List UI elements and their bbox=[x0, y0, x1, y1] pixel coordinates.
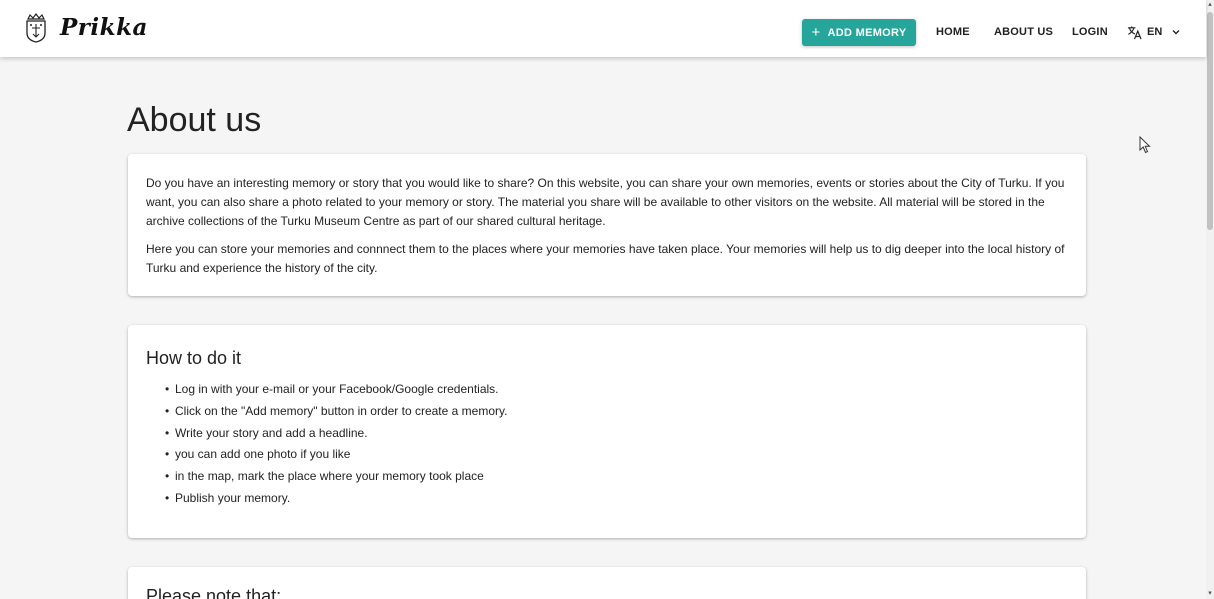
plus-icon: + bbox=[811, 24, 821, 41]
nav-about-link[interactable]: ABOUT US bbox=[994, 26, 1053, 38]
language-selector[interactable]: EN bbox=[1127, 24, 1181, 40]
intro-paragraph: Here you can store your memories and con… bbox=[146, 242, 1065, 275]
intro-paragraph: Do you have an interesting memory or sto… bbox=[146, 176, 1065, 228]
add-memory-button[interactable]: + ADD MEMORY bbox=[802, 19, 916, 46]
nav-login-link[interactable]: LOGIN bbox=[1072, 26, 1108, 38]
language-label: EN bbox=[1147, 26, 1163, 38]
list-item: Publish your memory. bbox=[165, 488, 1068, 510]
how-to-list: Log in with your e-mail or your Facebook… bbox=[146, 379, 1068, 510]
scrollbar-thumb[interactable] bbox=[1207, 12, 1213, 230]
translate-icon bbox=[1127, 25, 1142, 39]
list-item: Log in with your e-mail or your Facebook… bbox=[165, 379, 1068, 401]
mouse-cursor-icon bbox=[1139, 136, 1151, 154]
site-logo-text[interactable]: Prikka bbox=[60, 14, 148, 41]
note-heading: Please note that: bbox=[146, 586, 282, 599]
list-item: you can add one photo if you like bbox=[165, 444, 1068, 466]
intro-card: Do you have an interesting memory or sto… bbox=[128, 154, 1086, 296]
turku-crest-logo-icon[interactable] bbox=[25, 13, 47, 43]
page-scrollbar[interactable]: ▴ ▾ bbox=[1206, 0, 1214, 599]
list-item: Click on the "Add memory" button in orde… bbox=[165, 401, 1068, 423]
scroll-down-arrow-icon[interactable]: ▾ bbox=[1207, 590, 1213, 597]
page-title: About us bbox=[127, 101, 262, 139]
scroll-up-arrow-icon[interactable]: ▴ bbox=[1207, 1, 1213, 8]
nav-home-link[interactable]: HOME bbox=[936, 26, 970, 38]
note-card: Please note that: bbox=[128, 567, 1086, 599]
add-memory-label: ADD MEMORY bbox=[827, 26, 907, 39]
how-to-heading: How to do it bbox=[146, 348, 242, 368]
app-header: Prikka + ADD MEMORY HOME ABOUT US LOGIN … bbox=[0, 0, 1206, 57]
list-item: Write your story and add a headline. bbox=[165, 423, 1068, 445]
list-item: in the map, mark the place where your me… bbox=[165, 466, 1068, 488]
chevron-down-icon bbox=[1172, 30, 1180, 35]
how-to-card: How to do it Log in with your e-mail or … bbox=[128, 325, 1086, 538]
